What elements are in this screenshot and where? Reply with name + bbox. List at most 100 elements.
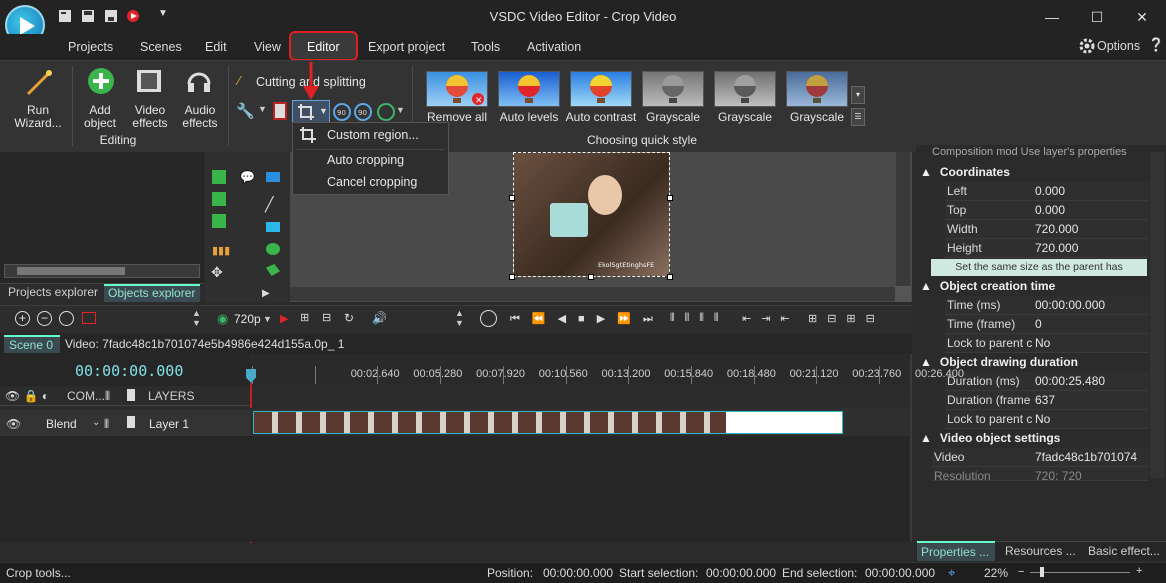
tab-scenes[interactable]: Scenes xyxy=(140,40,182,54)
trim-icon[interactable] xyxy=(273,102,287,120)
prop-top[interactable]: Top 0.000 xyxy=(945,201,1149,220)
snapshot-icon[interactable] xyxy=(82,312,96,324)
prop-width[interactable]: Width 720.000 xyxy=(945,220,1149,239)
tab-editor[interactable]: Editor xyxy=(307,40,340,54)
resize-handle[interactable] xyxy=(667,274,673,280)
tab-projects[interactable]: Projects xyxy=(68,40,113,54)
auto-cropping-item[interactable]: Auto cropping xyxy=(327,153,404,167)
marker-controls[interactable]: ⇤⇥⇤ xyxy=(742,312,800,325)
rotate-left-90-icon[interactable]: 90 xyxy=(333,103,351,124)
canvas-vertical-scrollbar[interactable] xyxy=(896,152,910,288)
layer-audio-icon[interactable]: ⫴ xyxy=(104,417,109,432)
rotate-right-90-icon[interactable]: 90 xyxy=(354,103,372,124)
tab-projects-explorer[interactable]: Projects explorer xyxy=(8,285,98,299)
flip-icon[interactable] xyxy=(377,103,395,124)
quick-style-thumb-grayscale-3[interactable] xyxy=(786,71,848,107)
edit-controls[interactable]: ⫴⫴⫴⫴ xyxy=(670,312,728,325)
quick-style-expand-icon[interactable]: ☰ xyxy=(851,108,865,126)
close-icon[interactable]: ✕ xyxy=(1127,6,1157,28)
maximize-icon[interactable]: ☐ xyxy=(1082,6,1112,28)
canvas-horizontal-scrollbar[interactable] xyxy=(290,287,896,301)
wrench-icon[interactable]: 🔧 xyxy=(236,102,255,120)
prop-height[interactable]: Height 720.000 xyxy=(945,239,1149,258)
canvas-corner-icon[interactable] xyxy=(895,286,911,302)
resize-handle[interactable] xyxy=(588,274,594,280)
track-header-icons[interactable]: 👁 🔒 ◐ xyxy=(5,389,49,403)
quick-style-thumb-auto-contrast[interactable] xyxy=(570,71,632,107)
tab-tools[interactable]: Tools xyxy=(471,40,500,54)
tab-properties[interactable]: Properties ... xyxy=(917,541,995,561)
video-tool-icon[interactable] xyxy=(212,214,226,228)
clock-icon[interactable] xyxy=(480,310,497,327)
transport-controls[interactable]: ⏮⏪◀■▶⏩⏭ xyxy=(510,312,665,326)
prop-video[interactable]: Video 7fadc48c1b701074 xyxy=(932,448,1149,467)
gear-icon[interactable] xyxy=(1079,38,1095,57)
custom-region-item[interactable]: Custom region... xyxy=(327,128,419,142)
crop-tools-button[interactable]: ▼ xyxy=(292,100,330,124)
cancel-cropping-item[interactable]: Cancel cropping xyxy=(327,175,417,189)
prop-left[interactable]: Left 0.000 xyxy=(945,182,1149,201)
flip-dropdown-icon[interactable]: ▼ xyxy=(396,105,405,115)
layout-controls[interactable]: ⊞⊟⊞⊟ xyxy=(808,312,885,325)
blend-dropdown-icon[interactable]: ⌄ xyxy=(92,417,100,428)
text-tool-icon[interactable] xyxy=(266,172,280,182)
toolbar-expand-icon[interactable]: ▲ ▼ xyxy=(192,308,201,328)
ellipse-tool-icon[interactable] xyxy=(266,243,280,255)
quick-style-thumb-grayscale-1[interactable] xyxy=(642,71,704,107)
layer-trim-icon[interactable] xyxy=(127,416,135,428)
marker-icon[interactable] xyxy=(59,311,74,326)
play-preview-icon[interactable]: ▶ xyxy=(280,312,288,325)
resize-handle[interactable] xyxy=(667,195,673,201)
audio-spectrum-icon[interactable]: ▮▮▮ xyxy=(212,244,230,257)
quick-style-thumb-grayscale-2[interactable] xyxy=(714,71,776,107)
prop-lock-to-parent-1[interactable]: Lock to parent c No xyxy=(945,334,1149,353)
quick-style-thumb-remove-all[interactable]: ✕ xyxy=(426,71,488,107)
quick-style-thumb-auto-levels[interactable] xyxy=(498,71,560,107)
prop-time-ms[interactable]: Time (ms) 00:00:00.000 xyxy=(945,296,1149,315)
trim-header-icon[interactable] xyxy=(127,389,135,401)
tab-view[interactable]: View xyxy=(254,40,281,54)
options-button[interactable]: Options xyxy=(1097,39,1140,53)
audio-wave-icon[interactable]: ⫴ xyxy=(105,389,110,404)
tab-edit[interactable]: Edit xyxy=(205,40,227,54)
run-wizard-button[interactable]: Run Wizard... xyxy=(8,104,68,130)
com-column[interactable]: COM... xyxy=(67,389,105,403)
video-clip[interactable] xyxy=(253,411,843,434)
prop-duration-frame[interactable]: Duration (frame 637 xyxy=(945,391,1149,410)
explorer-scrollbar[interactable] xyxy=(4,264,200,278)
fit-zoom-icon[interactable]: ⌖ xyxy=(948,565,955,581)
prop-duration-ms[interactable]: Duration (ms) 00:00:25.480 xyxy=(945,372,1149,391)
resize-handle[interactable] xyxy=(509,195,515,201)
minimize-icon[interactable]: — xyxy=(1037,6,1067,28)
resize-handle[interactable] xyxy=(509,274,515,280)
prop-lock-to-parent-2[interactable]: Lock to parent c No xyxy=(945,410,1149,429)
prop-resolution[interactable]: Resolution 720; 720 xyxy=(932,467,1149,481)
loop-icon[interactable]: ↻ xyxy=(344,311,354,325)
split-icon[interactable]: ⊞ xyxy=(300,311,309,324)
tab-activation[interactable]: Activation xyxy=(527,40,581,54)
audio-effects-button[interactable]: Audio effects xyxy=(174,104,226,130)
properties-scrollbar[interactable] xyxy=(1150,152,1164,478)
layer-row[interactable] xyxy=(0,410,250,436)
zoom-slider[interactable] xyxy=(1030,572,1130,573)
scene-tab[interactable]: Scene 0 xyxy=(4,335,60,353)
add-object-button[interactable]: Add object xyxy=(76,104,124,130)
tab-objects-explorer[interactable]: Objects explorer xyxy=(104,284,200,302)
trim-toolbar-icon[interactable]: ⊟ xyxy=(322,311,331,324)
help-icon[interactable]: ❔ xyxy=(1148,37,1164,53)
timeline-tracks[interactable] xyxy=(0,436,910,542)
video-effects-button[interactable]: Video effects xyxy=(124,104,176,130)
line-tool-icon[interactable]: ╱ xyxy=(265,196,273,213)
video-tab[interactable]: Video: 7fadc48c1b701074e5b4986e424d155a.… xyxy=(65,337,344,351)
move-tool-icon[interactable]: ✥ xyxy=(211,264,223,281)
music-tool-icon[interactable] xyxy=(212,192,226,206)
remove-icon[interactable]: − xyxy=(37,311,52,326)
zoom-out-icon[interactable]: − xyxy=(1018,566,1024,578)
volume-icon[interactable]: 🔊 xyxy=(372,311,387,325)
tab-resources[interactable]: Resources ... xyxy=(1005,544,1076,558)
wrench-dropdown-icon[interactable]: ▼ xyxy=(258,104,267,114)
quick-style-scroll-icon[interactable]: ▾ xyxy=(851,86,865,104)
quality-dropdown-icon[interactable]: ▼ xyxy=(263,314,272,324)
same-size-as-parent-button[interactable]: Set the same size as the parent has xyxy=(931,259,1147,276)
video-preview-frame[interactable]: EkolSgtEtinghsFE xyxy=(513,152,670,277)
